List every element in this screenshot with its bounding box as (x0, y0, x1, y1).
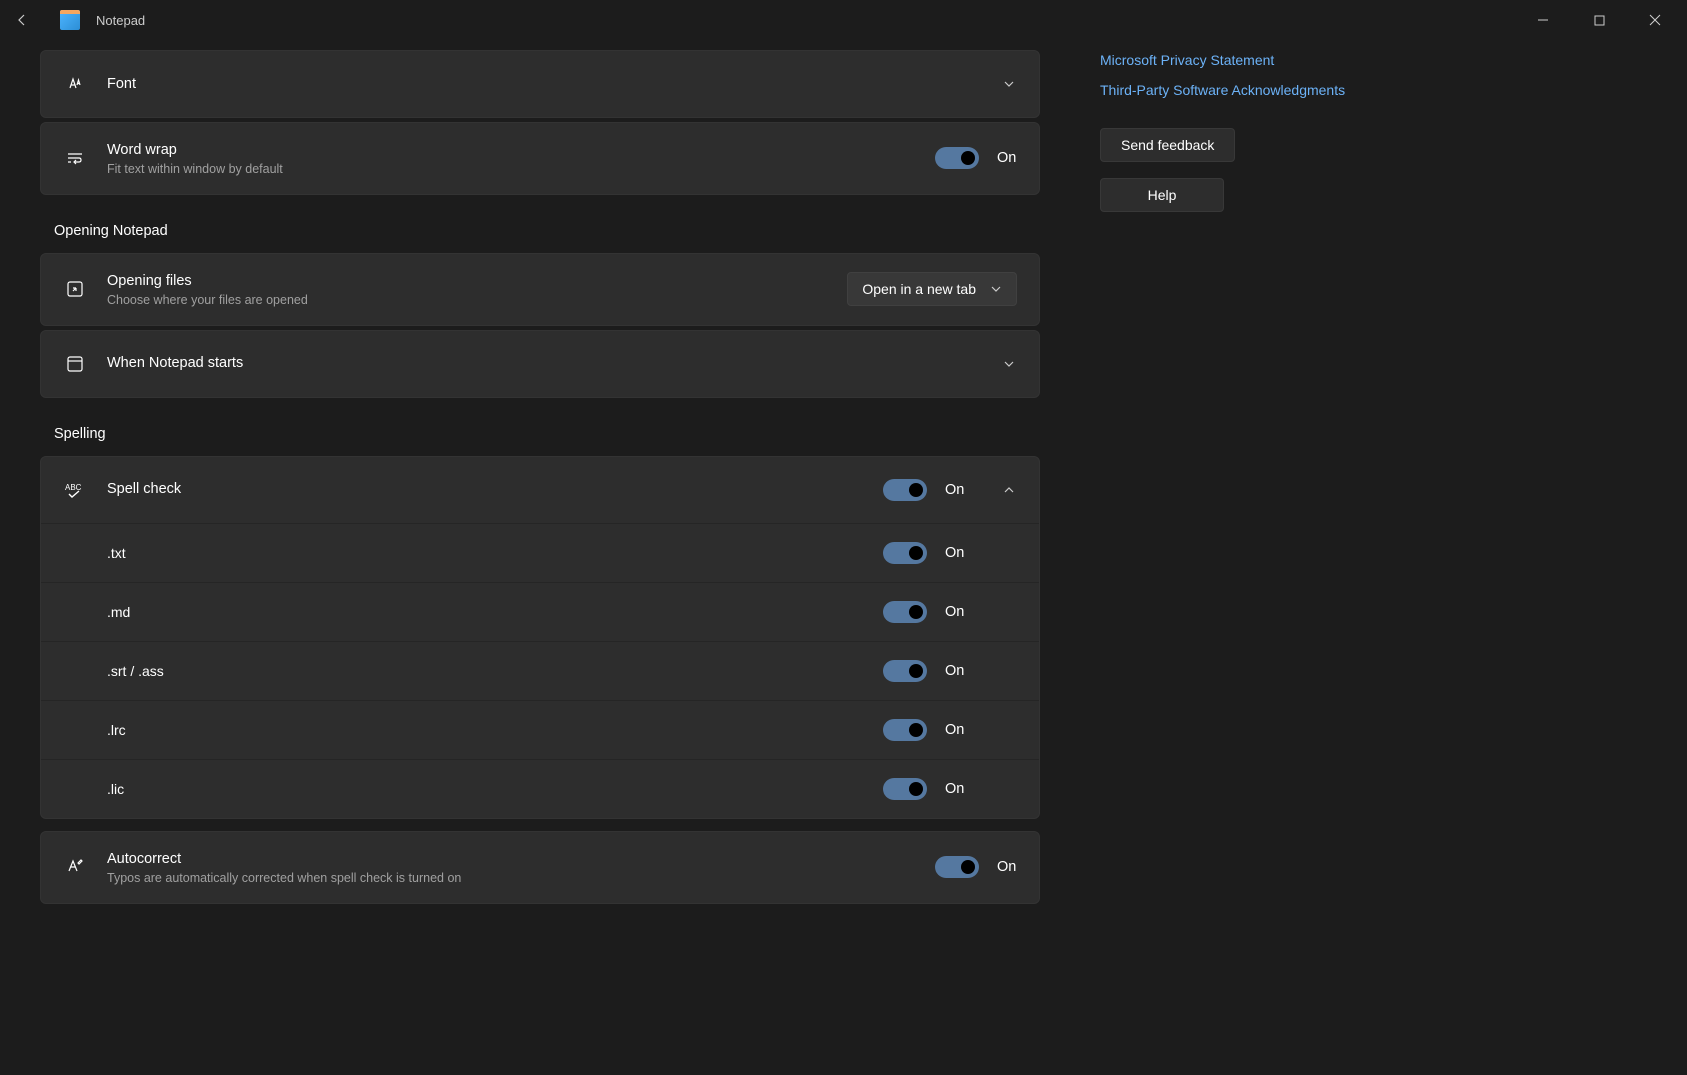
titlebar-left: Notepad (4, 2, 1507, 38)
wordwrap-card: Word wrap Fit text within window by defa… (40, 122, 1040, 195)
ext-row-txt: .txt On (41, 523, 1039, 582)
ext-toggle-txt[interactable] (883, 542, 927, 564)
ext-state: On (945, 604, 965, 620)
chevron-down-icon (1003, 78, 1015, 90)
font-label: Font (107, 75, 983, 94)
maximize-icon (1594, 15, 1605, 26)
wordwrap-state: On (997, 150, 1017, 166)
titlebar: Notepad (0, 0, 1687, 40)
ext-toggle-md[interactable] (883, 601, 927, 623)
ext-label: .md (107, 604, 883, 620)
spellcheck-state: On (945, 482, 965, 498)
notepad-starts-expand[interactable] (1001, 356, 1017, 372)
ext-state: On (945, 663, 965, 679)
ext-label: .srt / .ass (107, 663, 883, 679)
wordwrap-desc: Fit text within window by default (107, 162, 935, 176)
arrow-left-icon (14, 12, 30, 28)
ext-row-lrc: .lrc On (41, 700, 1039, 759)
autocorrect-desc: Typos are automatically corrected when s… (107, 871, 935, 885)
main-column: Font Word wrap Fit text within window by… (40, 40, 1040, 1075)
wordwrap-icon (63, 146, 87, 170)
privacy-link[interactable]: Microsoft Privacy Statement (1100, 52, 1460, 68)
opening-files-label: Opening files (107, 272, 847, 291)
app-title: Notepad (96, 13, 145, 28)
feedback-button[interactable]: Send feedback (1100, 128, 1235, 162)
minimize-icon (1537, 14, 1549, 26)
spellcheck-card: ABC Spell check On .txt On (40, 456, 1040, 819)
close-button[interactable] (1627, 0, 1683, 40)
open-file-icon (63, 277, 87, 301)
spellcheck-icon: ABC (63, 478, 87, 502)
window-icon (63, 352, 87, 376)
notepad-starts-label: When Notepad starts (107, 354, 983, 373)
thirdparty-link[interactable]: Third-Party Software Acknowledgments (1100, 82, 1460, 98)
font-expand[interactable] (1001, 76, 1017, 92)
autocorrect-label: Autocorrect (107, 850, 935, 869)
ext-label: .txt (107, 545, 883, 561)
side-column: Microsoft Privacy Statement Third-Party … (1100, 40, 1460, 1075)
autocorrect-state: On (997, 859, 1017, 875)
svg-text:ABC: ABC (65, 483, 82, 492)
font-icon (63, 72, 87, 96)
ext-row-md: .md On (41, 582, 1039, 641)
window-controls (1515, 0, 1683, 40)
ext-row-lic: .lic On (41, 759, 1039, 818)
chevron-up-icon (1003, 484, 1015, 496)
autocorrect-toggle[interactable] (935, 856, 979, 878)
opening-files-dropdown[interactable]: Open in a new tab (847, 272, 1017, 306)
help-button[interactable]: Help (1100, 178, 1224, 212)
maximize-button[interactable] (1571, 0, 1627, 40)
ext-state: On (945, 722, 965, 738)
spellcheck-collapse[interactable] (1001, 482, 1017, 498)
content-area: Font Word wrap Fit text within window by… (0, 40, 1687, 1075)
back-button[interactable] (4, 2, 40, 38)
ext-label: .lrc (107, 722, 883, 738)
opening-files-card: Opening files Choose where your files ar… (40, 253, 1040, 326)
opening-files-selected: Open in a new tab (862, 281, 976, 297)
notepad-starts-card[interactable]: When Notepad starts (40, 330, 1040, 398)
wordwrap-toggle[interactable] (935, 147, 979, 169)
ext-state: On (945, 545, 965, 561)
spellcheck-label: Spell check (107, 480, 883, 499)
opening-section-header: Opening Notepad (54, 223, 1040, 239)
autocorrect-icon (63, 855, 87, 879)
ext-toggle-srt[interactable] (883, 660, 927, 682)
ext-toggle-lrc[interactable] (883, 719, 927, 741)
spelling-section-header: Spelling (54, 426, 1040, 442)
ext-state: On (945, 781, 965, 797)
wordwrap-label: Word wrap (107, 141, 935, 160)
autocorrect-card: Autocorrect Typos are automatically corr… (40, 831, 1040, 904)
font-card[interactable]: Font (40, 50, 1040, 118)
ext-row-srt: .srt / .ass On (41, 641, 1039, 700)
ext-toggle-lic[interactable] (883, 778, 927, 800)
spellcheck-toggle[interactable] (883, 479, 927, 501)
minimize-button[interactable] (1515, 0, 1571, 40)
close-icon (1649, 14, 1661, 26)
opening-files-desc: Choose where your files are opened (107, 293, 847, 307)
app-icon (60, 10, 80, 30)
chevron-down-icon (1003, 358, 1015, 370)
chevron-down-icon (990, 283, 1002, 295)
ext-label: .lic (107, 781, 883, 797)
